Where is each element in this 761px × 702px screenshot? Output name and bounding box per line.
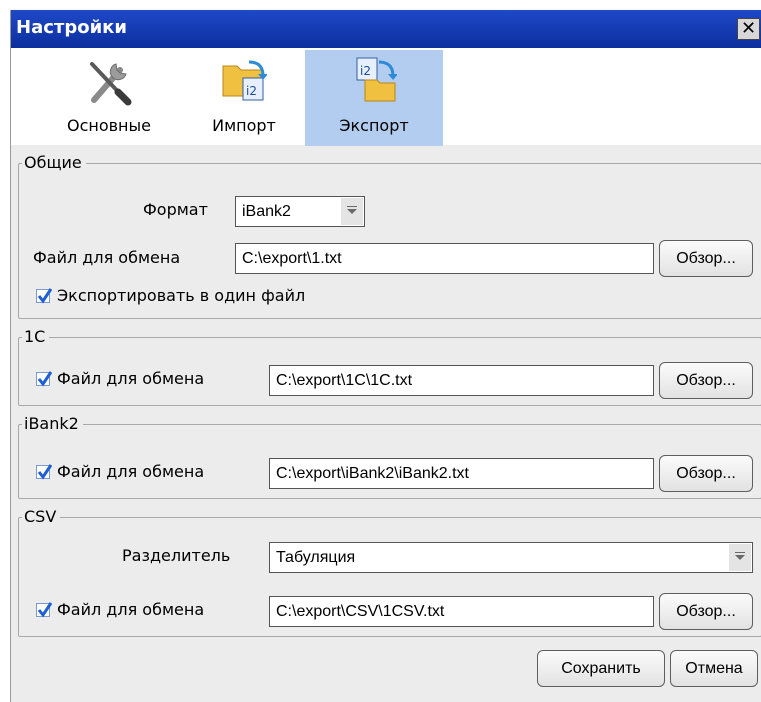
cancel-button[interactable]: Отмена: [670, 650, 758, 687]
ibank2-browse-button[interactable]: Обзор...: [659, 455, 753, 492]
chevron-down-icon[interactable]: [341, 198, 363, 225]
csv-file-label: Файл для обмена: [57, 600, 205, 619]
settings-toolbar: Основные i2 Импорт i2 Экспорт: [11, 48, 761, 146]
general-legend: Общие: [22, 152, 86, 174]
ibank2-file-input[interactable]: C:\export\iBank2\iBank2.txt: [269, 458, 654, 489]
tab-import-label: Импорт: [212, 116, 276, 135]
tab-export[interactable]: i2 Экспорт: [305, 50, 443, 146]
export-icon: i2: [356, 57, 397, 102]
csv-group: CSV Разделитель Табуляция Файл для обмен…: [18, 506, 761, 637]
general-file-value: C:\export\1.txt: [242, 250, 342, 267]
svg-text:i2: i2: [360, 64, 371, 78]
single-file-label: Экспортировать в один файл: [57, 286, 306, 305]
general-browse-button[interactable]: Обзор...: [659, 240, 753, 277]
general-file-input[interactable]: C:\export\1.txt: [235, 243, 654, 274]
format-label: Формат: [143, 200, 208, 219]
single-file-checkbox[interactable]: [36, 288, 52, 304]
separator-select[interactable]: Табуляция: [269, 542, 753, 573]
save-button[interactable]: Сохранить: [537, 650, 665, 687]
onec-file-value: C:\export\1C\1C.txt: [276, 372, 413, 389]
window-title: Настройки: [16, 17, 128, 38]
general-file-label: Файл для обмена: [33, 248, 181, 267]
onec-file-checkbox[interactable]: [36, 371, 52, 387]
import-icon: i2: [222, 60, 267, 101]
title-bar[interactable]: Настройки ✕: [11, 10, 761, 48]
tab-general[interactable]: Основные: [40, 50, 178, 146]
csv-file-checkbox[interactable]: [36, 602, 52, 618]
chevron-down-icon[interactable]: [729, 544, 751, 571]
csv-browse-button[interactable]: Обзор...: [659, 593, 753, 630]
separator-label: Разделитель: [122, 546, 231, 565]
tools-icon: [90, 62, 132, 106]
ibank2-group: iBank2 Файл для обмена C:\export\iBank2\…: [18, 413, 761, 499]
format-value: iBank2: [242, 203, 291, 220]
csv-file-input[interactable]: C:\export\CSV\1CSV.txt: [269, 596, 654, 627]
settings-window: Настройки ✕ Основные i2 Импорт i2 Экспор…: [10, 10, 761, 702]
onec-file-input[interactable]: C:\export\1C\1C.txt: [269, 365, 654, 396]
ibank2-file-value: C:\export\iBank2\iBank2.txt: [276, 465, 469, 482]
tab-export-label: Экспорт: [339, 116, 409, 135]
checkmark-icon: [37, 602, 52, 618]
separator-value: Табуляция: [276, 549, 356, 566]
tab-import[interactable]: i2 Импорт: [175, 50, 313, 146]
svg-text:i2: i2: [246, 84, 257, 98]
ibank2-file-label: Файл для обмена: [57, 462, 205, 481]
tab-general-label: Основные: [66, 116, 151, 135]
onec-browse-button[interactable]: Обзор...: [659, 362, 753, 399]
general-group: Общие Формат iBank2 Файл для обмена C:\e…: [18, 152, 761, 319]
close-button[interactable]: ✕: [737, 18, 760, 40]
checkmark-icon: [37, 464, 52, 480]
csv-legend: CSV: [22, 506, 61, 528]
close-icon: ✕: [740, 18, 757, 39]
csv-file-value: C:\export\CSV\1CSV.txt: [276, 603, 445, 620]
onec-file-label: Файл для обмена: [57, 369, 205, 388]
ibank2-legend: iBank2: [22, 413, 83, 435]
format-select[interactable]: iBank2: [235, 196, 365, 227]
checkmark-icon: [37, 288, 52, 304]
onec-legend: 1C: [22, 326, 50, 348]
ibank2-file-checkbox[interactable]: [36, 464, 52, 480]
checkmark-icon: [37, 371, 52, 387]
onec-group: 1C Файл для обмена C:\export\1C\1C.txt О…: [18, 326, 761, 406]
